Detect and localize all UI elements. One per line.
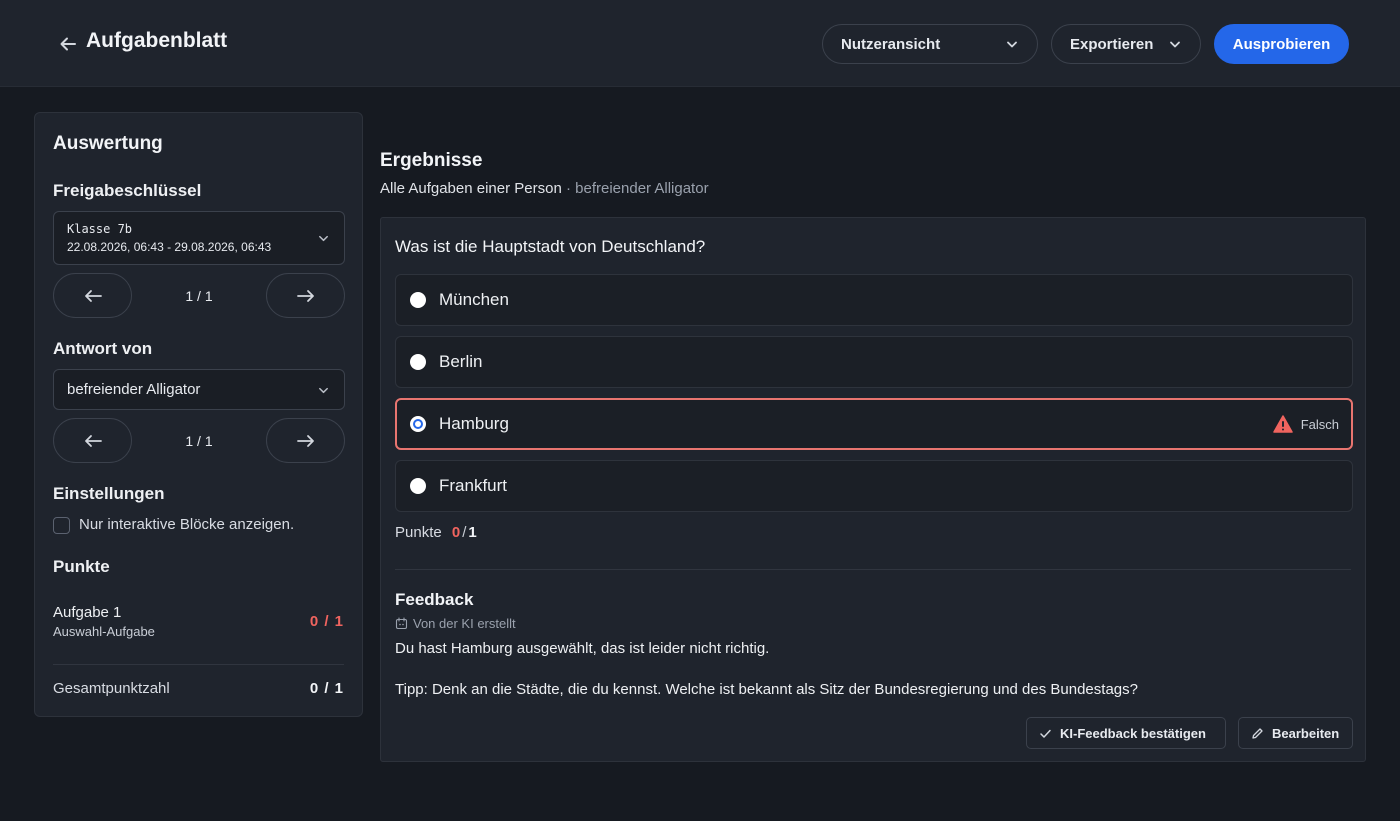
feedback-text: Du hast Hamburg ausgewählt, das ist leid… (395, 640, 770, 657)
export-button[interactable]: Exportieren (1051, 24, 1201, 64)
divider (53, 664, 344, 665)
points-row: Punkte 0/1 (395, 524, 477, 541)
points-label: Punkte (395, 524, 442, 541)
feedback-meta: Von der KI erstellt (395, 616, 516, 631)
check-icon (1040, 729, 1051, 738)
arrow-left-icon (84, 289, 102, 302)
points-achieved: 0 (451, 524, 461, 541)
sidebar-title: Auswertung (53, 133, 163, 154)
answer-by-select[interactable]: befreiender Alligator (53, 369, 345, 410)
total-score: 0 / 1 (309, 680, 344, 697)
feedback-tip: Tipp: Denk an die Städte, die du kennst.… (395, 681, 1138, 698)
share-key-next-button[interactable] (266, 273, 345, 318)
chevron-down-icon (1007, 41, 1017, 48)
edit-label: Bearbeiten (1272, 725, 1340, 741)
pencil-icon (1252, 727, 1263, 739)
share-key-range: 22.08.2026, 06:43 - 29.08.2026, 06:43 (67, 240, 272, 254)
question-card: Was ist die Hauptstadt von Deutschland? … (380, 217, 1366, 762)
page-title: Aufgabenblatt (86, 29, 228, 52)
radio-button[interactable] (410, 478, 426, 494)
radio-button-selected[interactable] (410, 416, 426, 432)
status-label: Falsch (1300, 416, 1339, 432)
settings-heading: Einstellungen (53, 484, 165, 503)
option-label: Hamburg (439, 414, 509, 433)
results-separator: · (561, 180, 576, 197)
task-type: Auswahl-Aufgabe (53, 624, 155, 639)
option-berlin[interactable]: Berlin (395, 336, 1353, 388)
chevron-down-icon (1170, 41, 1180, 48)
chevron-down-icon (319, 235, 328, 242)
share-key-prev-button[interactable] (53, 273, 132, 318)
option-label: Berlin (439, 352, 483, 371)
export-label: Exportieren (1070, 35, 1154, 53)
evaluation-sidebar: Auswertung Freigabeschlüssel Klasse 7b 2… (34, 112, 363, 717)
arrow-right-icon (296, 289, 314, 302)
top-bar: Aufgabenblatt Nutzeransicht Exportieren … (0, 0, 1400, 87)
try-button[interactable]: Ausprobieren (1214, 24, 1349, 64)
ai-calendar-icon (395, 617, 408, 630)
confirm-label: KI-Feedback bestätigen (1060, 725, 1206, 741)
share-key-select[interactable]: Klasse 7b 22.08.2026, 06:43 - 29.08.2026… (53, 211, 345, 265)
points-heading: Punkte (53, 557, 110, 576)
warning-icon (1272, 415, 1293, 433)
answer-by-heading: Antwort von (53, 339, 153, 358)
results-title: Ergebnisse (380, 150, 483, 171)
option-muenchen[interactable]: München (395, 274, 1353, 326)
only-interactive-checkbox[interactable] (53, 517, 70, 534)
answer-prev-button[interactable] (53, 418, 132, 463)
points-max: 1 (468, 524, 477, 541)
total-label: Gesamtpunktzahl (53, 680, 170, 697)
arrow-left-icon (60, 37, 76, 51)
task-name: Aufgabe 1 (53, 604, 122, 621)
task-score: 0 / 1 (309, 613, 344, 630)
chevron-down-icon (319, 387, 328, 393)
share-key-heading: Freigabeschlüssel (53, 181, 202, 200)
share-key-name: Klasse 7b (67, 222, 133, 236)
question-text: Was ist die Hauptstadt von Deutschland? (395, 237, 706, 256)
option-label: Frankfurt (439, 476, 508, 495)
radio-button[interactable] (410, 354, 426, 370)
option-label: München (439, 290, 509, 309)
edit-feedback-button[interactable]: Bearbeiten (1238, 717, 1353, 749)
arrow-right-icon (296, 434, 314, 447)
results-person: befreiender Alligator (575, 180, 709, 197)
divider (395, 569, 1351, 570)
option-hamburg[interactable]: Hamburg Falsch (395, 398, 1353, 450)
feedback-title: Feedback (395, 590, 474, 609)
radio-button[interactable] (410, 292, 426, 308)
answer-pager-text: 1 / 1 (185, 433, 213, 449)
wrong-status: Falsch (1272, 415, 1339, 433)
share-key-pager-text: 1 / 1 (185, 288, 213, 304)
view-select[interactable]: Nutzeransicht (822, 24, 1038, 64)
answer-by-value: befreiender Alligator (67, 381, 201, 398)
option-frankfurt[interactable]: Frankfurt (395, 460, 1353, 512)
answer-next-button[interactable] (266, 418, 345, 463)
confirm-ai-feedback-button[interactable]: KI-Feedback bestätigen (1026, 717, 1226, 749)
only-interactive-label: Nur interaktive Blöcke anzeigen. (79, 516, 295, 533)
points-separator: / (462, 524, 467, 541)
back-button[interactable] (56, 32, 80, 56)
results-subtitle: Alle Aufgaben einer Person · befreiender… (380, 180, 709, 197)
view-select-label: Nutzeransicht (841, 35, 941, 53)
results-scope: Alle Aufgaben einer Person (380, 180, 562, 197)
feedback-meta-text: Von der KI erstellt (413, 616, 516, 631)
arrow-left-icon (84, 434, 102, 447)
